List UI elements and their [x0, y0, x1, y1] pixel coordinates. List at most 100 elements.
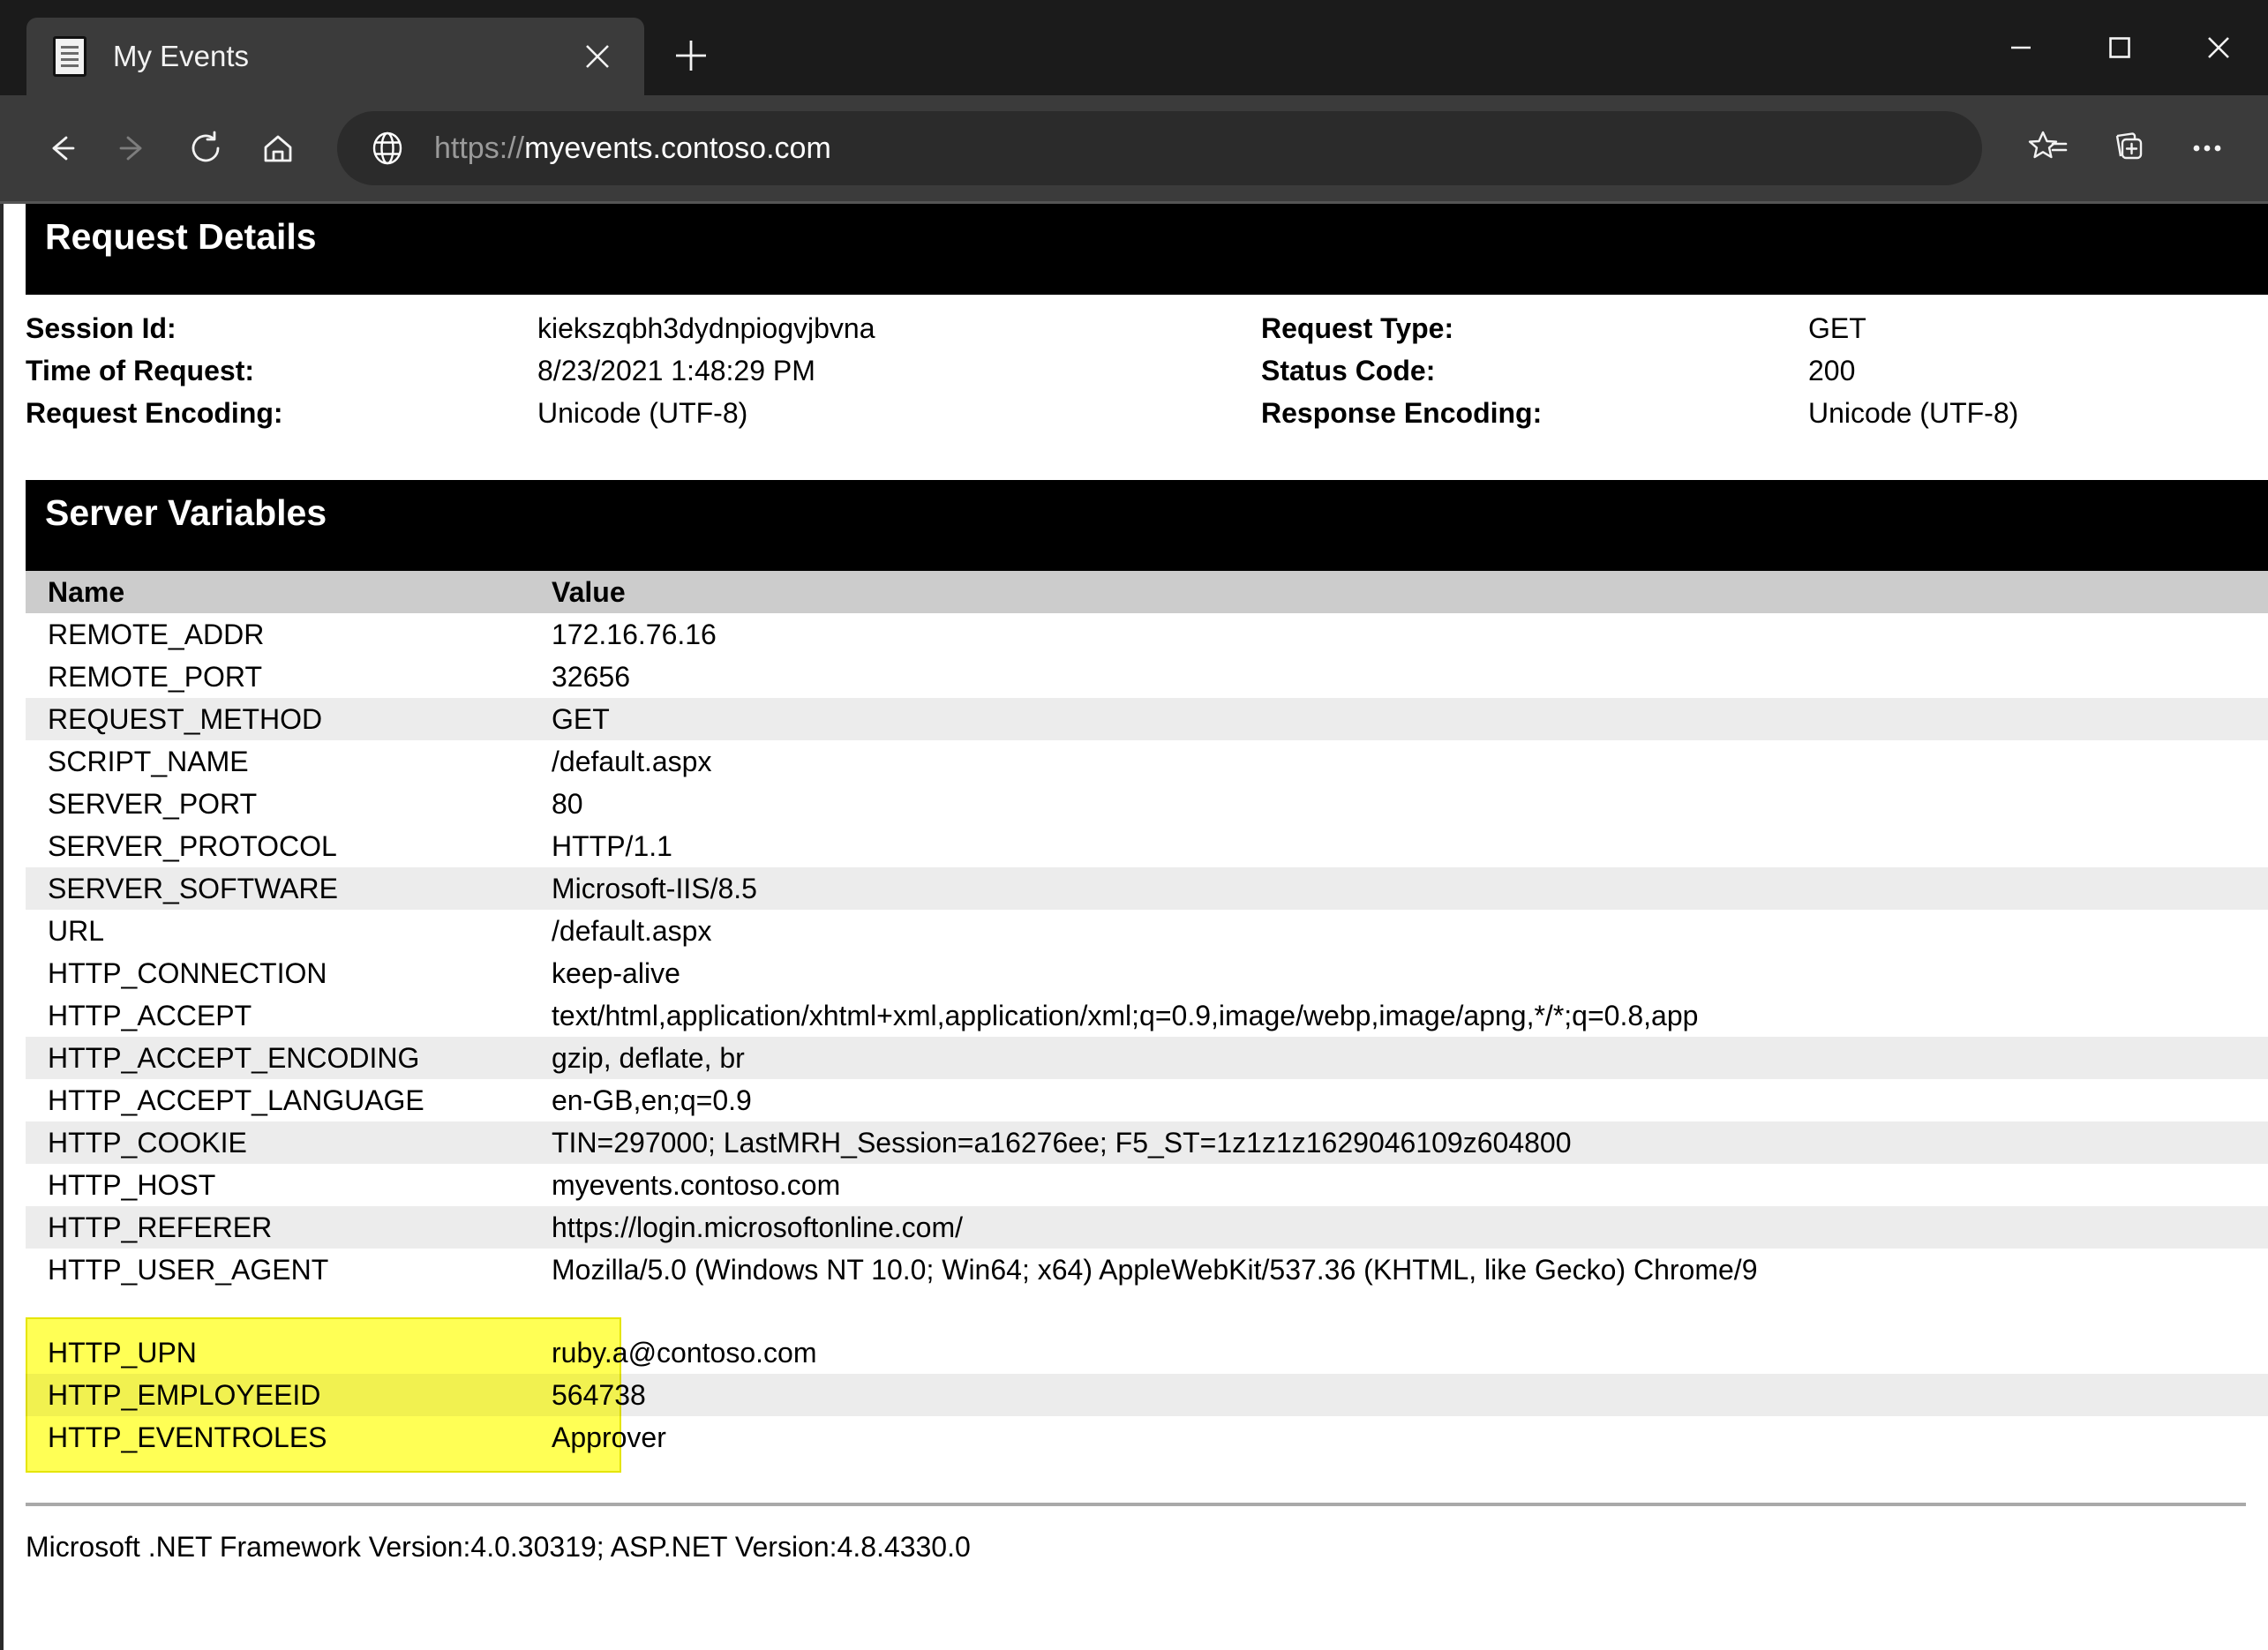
table-row: HTTP_ACCEPT_ENCODING gzip, deflate, br [26, 1037, 2268, 1079]
variable-value: keep-alive [552, 956, 680, 989]
table-row: SCRIPT_NAME/default.aspx [26, 740, 2268, 783]
session-id-value: kiekszqbh3dydnpiogvjbvna [537, 312, 875, 344]
request-details-grid: Session Id: kiekszqbh3dydnpiogvjbvna Req… [4, 307, 2268, 434]
url-host: myevents.contoso.com [524, 131, 831, 165]
framework-version-footer: Microsoft .NET Framework Version:4.0.303… [26, 1531, 971, 1563]
variable-value: ruby.a@contoso.com [552, 1336, 817, 1369]
variable-name: SERVER_PORT [48, 787, 258, 820]
minimize-icon[interactable] [1971, 0, 2070, 95]
response-encoding-value: Unicode (UTF-8) [1808, 397, 2019, 429]
globe-icon [367, 128, 408, 169]
variable-name: HTTP_ACCEPT [48, 999, 252, 1031]
table-row: HTTP_COOKIE TIN=297000; LastMRH_Session=a… [26, 1121, 2268, 1164]
table-row: URL/default.aspx [26, 910, 2268, 952]
more-ellipsis-icon[interactable] [2171, 112, 2243, 184]
browser-window: My Events https://myevents.contoso.com R… [0, 0, 2268, 1650]
table-row: HTTP_ACCEPT_LANGUAGE en-GB,en;q=0.9 [26, 1079, 2268, 1121]
server-variables-heading: Server Variables [26, 480, 2268, 571]
window-controls [1971, 0, 2268, 95]
variable-value: Mozilla/5.0 (Windows NT 10.0; Win64; x64… [552, 1253, 1758, 1286]
variable-name: URL [48, 914, 105, 947]
column-header-value: Value [552, 575, 626, 608]
variable-name: REQUEST_METHOD [48, 702, 323, 735]
maximize-icon[interactable] [2070, 0, 2169, 95]
page-viewport: Request Details Session Id: kiekszqbh3dy… [0, 201, 2268, 1650]
title-bar: My Events [0, 0, 2268, 95]
variable-name: HTTP_COOKIE [48, 1126, 247, 1159]
variable-value: 172.16.76.16 [552, 618, 717, 650]
variable-value: GET [552, 702, 610, 735]
variable-name: HTTP_UPN [48, 1336, 197, 1369]
variable-name: HTTP_EMPLOYEEID [48, 1378, 321, 1411]
document-favicon-icon [53, 36, 86, 77]
variable-value: /default.aspx [552, 914, 712, 947]
table-row: HTTP_UPN ruby.a@contoso.com [26, 1331, 2268, 1374]
request-details-heading: Request Details [26, 204, 2268, 295]
table-row: REQUEST_METHOD GET [26, 698, 2268, 740]
url-scheme: https:// [434, 131, 525, 165]
status-code-value: 200 [1808, 355, 1856, 386]
variable-name: REMOTE_PORT [48, 660, 262, 693]
time-of-request-value: 8/23/2021 1:48:29 PM [537, 355, 815, 386]
table-header-row: Name Value [26, 571, 2268, 613]
table-row: HTTP_HOST myevents.contoso.com [26, 1164, 2268, 1206]
variable-name: REMOTE_ADDR [48, 618, 265, 650]
address-bar[interactable]: https://myevents.contoso.com [337, 111, 1982, 185]
collections-add-icon[interactable] [2092, 112, 2164, 184]
new-tab-button[interactable] [657, 21, 725, 90]
table-row: HTTP_EVENTROLES Approver [26, 1416, 2268, 1459]
home-icon[interactable] [242, 112, 314, 184]
variable-name: HTTP_CONNECTION [48, 956, 327, 989]
address-bar-text: https://myevents.contoso.com [434, 131, 831, 166]
back-arrow-icon[interactable] [25, 112, 97, 184]
variable-name: HTTP_REFERER [48, 1211, 273, 1243]
table-row: REMOTE_ADDR 172.16.76.16 [26, 613, 2268, 656]
variable-value: Approver [552, 1421, 666, 1453]
table-row: SERVER_PORT 80 [26, 783, 2268, 825]
variable-name: HTTP_USER_AGENT [48, 1253, 329, 1286]
forward-arrow-icon [97, 112, 169, 184]
tab-title: My Events [113, 40, 250, 72]
variable-value: 32656 [552, 660, 630, 693]
table-row: REMOTE_PORT 32656 [26, 656, 2268, 698]
variable-value: myevents.contoso.com [552, 1168, 841, 1201]
table-row: HTTP_EMPLOYEEID 564738 [26, 1374, 2268, 1416]
variable-name: SCRIPT_NAME [48, 745, 249, 777]
asp-trace-page: Request Details Session Id: kiekszqbh3dy… [0, 204, 2268, 1650]
variable-value: /default.aspx [552, 745, 712, 777]
tab-strip: My Events [0, 0, 725, 95]
variable-value: https://login.microsoftonline.com/ [552, 1211, 963, 1243]
request-type-value: GET [1808, 312, 1866, 344]
variable-value: text/html,application/xhtml+xml,applicat… [552, 999, 1699, 1031]
window-close-icon[interactable] [2169, 0, 2268, 95]
variable-name: HTTP_EVENTROLES [48, 1421, 327, 1453]
browser-tab[interactable]: My Events [26, 18, 644, 95]
session-id-label: Session Id: [26, 312, 176, 344]
table-row: SERVER_PROTOCOL HTTP/1.1 [26, 825, 2268, 867]
table-row: HTTP_CONNECTION keep-alive [26, 952, 2268, 994]
toolbar-actions [2012, 112, 2243, 184]
highlighted-claims-group: HTTP_UPN ruby.a@contoso.com HTTP_EMPLOYE… [26, 1317, 2268, 1473]
request-encoding-label: Request Encoding: [26, 397, 283, 429]
table-row: HTTP_USER_AGENT Mozilla/5.0 (Windows NT 1… [26, 1249, 2268, 1291]
table-row: HTTP_REFERER https://login.microsoftonlin… [26, 1206, 2268, 1249]
column-header-name: Name [48, 575, 125, 608]
request-encoding-value: Unicode (UTF-8) [537, 397, 748, 429]
variable-name: SERVER_SOFTWARE [48, 872, 338, 904]
time-of-request-label: Time of Request: [26, 355, 254, 386]
close-icon[interactable] [574, 33, 621, 80]
table-row: HTTP_ACCEPT text/html,application/xhtml+x… [26, 994, 2268, 1037]
variable-value: HTTP/1.1 [552, 829, 672, 862]
variable-value: gzip, deflate, br [552, 1041, 745, 1074]
request-type-label: Request Type: [1261, 312, 1454, 344]
variable-name: HTTP_HOST [48, 1168, 216, 1201]
response-encoding-label: Response Encoding: [1261, 397, 1543, 429]
variable-value: Microsoft-IIS/8.5 [552, 872, 757, 904]
refresh-icon[interactable] [169, 112, 242, 184]
variable-value: 80 [552, 787, 583, 820]
server-variables-table: Name Value REMOTE_ADDR 172.16.76.16 REMOT… [26, 571, 2268, 1473]
status-code-label: Status Code: [1261, 355, 1436, 386]
variable-name: SERVER_PROTOCOL [48, 829, 337, 862]
favorites-star-icon[interactable] [2012, 112, 2084, 184]
variable-name: HTTP_ACCEPT_ENCODING [48, 1041, 420, 1074]
